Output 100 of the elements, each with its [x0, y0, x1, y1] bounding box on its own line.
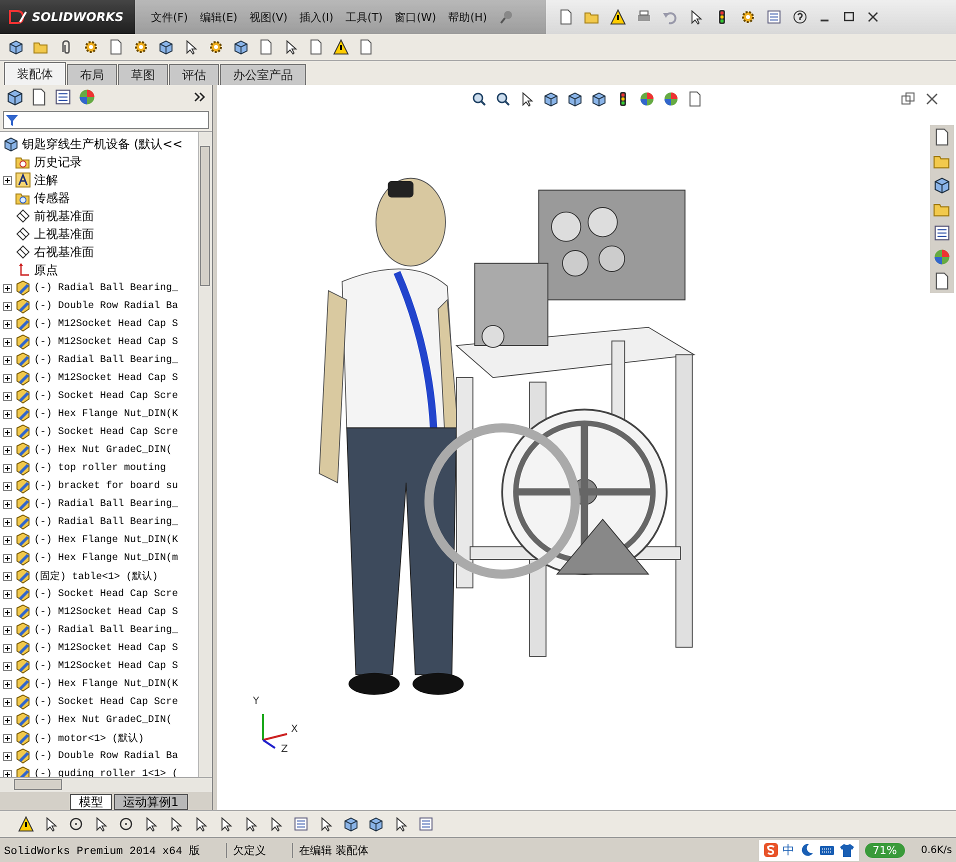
tree-item[interactable]: 上视基准面 — [0, 225, 198, 243]
tree-item[interactable]: (-) M12Socket Head Cap S — [0, 657, 198, 675]
list-icon[interactable] — [418, 816, 434, 832]
expand-plus-icon[interactable] — [3, 518, 12, 526]
expand-plus-icon[interactable] — [3, 302, 12, 310]
ribbon-tab[interactable]: 办公室产品 — [220, 64, 306, 85]
tree-item[interactable]: (-) Hex Nut GradeC_DIN( — [0, 441, 198, 459]
ime-mode[interactable]: 中 — [782, 842, 794, 858]
expand-plus-icon[interactable] — [3, 176, 12, 184]
tree-item[interactable]: (-) Double Row Radial Ba — [0, 747, 198, 765]
warning-icon[interactable] — [18, 816, 34, 832]
view-tab[interactable]: 运动算例1 — [114, 794, 188, 810]
cube-icon[interactable] — [6, 88, 24, 106]
tree-item[interactable]: 右视基准面 — [0, 243, 198, 261]
tree-item[interactable]: (-) M12Socket Head Cap S — [0, 603, 198, 621]
expand-plus-icon[interactable] — [3, 446, 12, 454]
tree-item[interactable]: 历史记录 — [0, 153, 198, 171]
tree-item[interactable]: (-) Socket Head Cap Scre — [0, 387, 198, 405]
expand-plus-icon[interactable] — [3, 374, 12, 382]
cube-icon[interactable] — [933, 176, 951, 194]
ribbon-tab[interactable]: 草图 — [118, 64, 168, 85]
horizontal-scrollbar[interactable] — [0, 777, 212, 792]
tree-item[interactable]: (固定) table<1> (默认) — [0, 567, 198, 585]
expand-plus-icon[interactable] — [3, 698, 12, 706]
warning-icon[interactable] — [610, 9, 626, 25]
expand-plus-icon[interactable] — [3, 410, 12, 418]
tree-item[interactable]: (-) Double Row Radial Ba — [0, 297, 198, 315]
expand-plus-icon[interactable] — [3, 428, 12, 436]
shirt-icon[interactable] — [838, 842, 854, 858]
tree-item[interactable]: (-) Radial Ball Bearing_ — [0, 513, 198, 531]
vertical-scrollbar[interactable] — [198, 132, 212, 777]
menu-item[interactable]: 文件(F) — [151, 10, 188, 24]
cube-icon[interactable] — [566, 91, 582, 107]
menu-item[interactable]: 帮助(H) — [448, 10, 488, 24]
cube-icon[interactable] — [542, 91, 558, 107]
expand-plus-icon[interactable] — [3, 572, 12, 580]
restore-icon[interactable] — [900, 91, 916, 107]
filter-field[interactable] — [3, 111, 209, 129]
tree-item[interactable]: (-) Radial Ball Bearing_ — [0, 279, 198, 297]
document-icon[interactable] — [308, 39, 324, 55]
expand-plus-icon[interactable] — [3, 482, 12, 490]
expand-plus-icon[interactable] — [3, 464, 12, 472]
tree-item[interactable]: 注解 — [0, 171, 198, 189]
expand-plus-icon[interactable] — [3, 734, 12, 742]
ime-logo-icon[interactable] — [762, 842, 778, 858]
expand-plus-icon[interactable] — [3, 590, 12, 598]
ribbon-tab[interactable]: 布局 — [67, 64, 117, 85]
list-icon[interactable] — [933, 224, 951, 242]
expand-plus-icon[interactable] — [3, 662, 12, 670]
expand-plus-icon[interactable] — [3, 770, 12, 777]
tree-item[interactable]: 前视基准面 — [0, 207, 198, 225]
cube-icon[interactable] — [158, 39, 174, 55]
gear-icon[interactable] — [83, 39, 99, 55]
expand-plus-icon[interactable] — [3, 626, 12, 634]
expand-plus-icon[interactable] — [3, 752, 12, 760]
document-icon[interactable] — [108, 39, 124, 55]
tree-item[interactable]: (-) M12Socket Head Cap S — [0, 369, 198, 387]
tree-item[interactable]: (-) Socket Head Cap Scre — [0, 423, 198, 441]
tree-item[interactable]: (-) M12Socket Head Cap S — [0, 315, 198, 333]
cube-icon[interactable] — [343, 816, 359, 832]
expand-plus-icon[interactable] — [3, 608, 12, 616]
expand-plus-icon[interactable] — [3, 284, 12, 292]
expand-plus-icon[interactable] — [3, 554, 12, 562]
expand-plus-icon[interactable] — [3, 392, 12, 400]
cube-icon[interactable] — [233, 39, 249, 55]
tree-item[interactable]: (-) Radial Ball Bearing_ — [0, 621, 198, 639]
expand-plus-icon[interactable] — [3, 338, 12, 346]
tree-item[interactable]: 传感器 — [0, 189, 198, 207]
tree-item[interactable]: (-) Hex Flange Nut_DIN(m — [0, 549, 198, 567]
gear-icon[interactable] — [133, 39, 149, 55]
cube-icon[interactable] — [8, 39, 24, 55]
expand-plus-icon[interactable] — [3, 500, 12, 508]
close-icon[interactable] — [924, 91, 940, 107]
cube-icon[interactable] — [590, 91, 606, 107]
document-icon[interactable] — [358, 39, 374, 55]
tree-item[interactable]: (-) Hex Flange Nut_DIN(K — [0, 675, 198, 693]
tree-item[interactable]: (-) Hex Nut GradeC_DIN( — [0, 711, 198, 729]
list-icon[interactable] — [766, 9, 782, 25]
tree-item[interactable]: (-) Socket Head Cap Scre — [0, 585, 198, 603]
warning-icon[interactable] — [333, 39, 349, 55]
view-tab[interactable]: 模型 — [70, 794, 112, 810]
tree-item[interactable]: (-) Radial Ball Bearing_ — [0, 351, 198, 369]
expand-plus-icon[interactable] — [3, 536, 12, 544]
tree-item[interactable]: (-) Radial Ball Bearing_ — [0, 495, 198, 513]
tree-item[interactable]: (-) motor<1> (默认) — [0, 729, 198, 747]
expand-plus-icon[interactable] — [3, 716, 12, 724]
menu-item[interactable]: 视图(V) — [249, 10, 288, 24]
menu-item[interactable]: 编辑(E) — [200, 10, 238, 24]
tree-item[interactable]: (-) bracket for board su — [0, 477, 198, 495]
menu-item[interactable]: 插入(I) — [300, 10, 334, 24]
ribbon-tab[interactable]: 装配体 — [4, 62, 66, 85]
cube-icon[interactable] — [368, 816, 384, 832]
tree-item[interactable]: (-) top roller mouting — [0, 459, 198, 477]
expand-plus-icon[interactable] — [3, 356, 12, 364]
document-icon[interactable] — [258, 39, 274, 55]
tree-item[interactable]: 钥匙穿线生产机设备 (默认<< — [0, 135, 198, 153]
list-icon[interactable] — [54, 88, 72, 106]
tree-item[interactable]: (-) Socket Head Cap Scre — [0, 693, 198, 711]
expand-plus-icon[interactable] — [3, 320, 12, 328]
tree-item[interactable]: (-) M12Socket Head Cap S — [0, 333, 198, 351]
